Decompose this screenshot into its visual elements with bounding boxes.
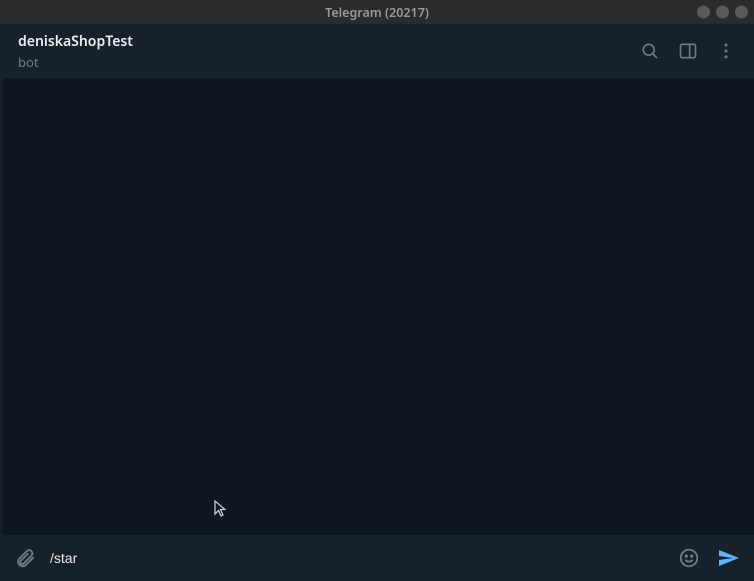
window-title: Telegram (20217) xyxy=(325,4,429,21)
search-icon xyxy=(640,41,660,61)
titlebar: Telegram (20217) xyxy=(0,0,754,24)
search-button[interactable] xyxy=(640,41,660,61)
smile-icon xyxy=(678,547,700,569)
attach-button[interactable] xyxy=(14,547,36,569)
send-button[interactable] xyxy=(716,546,740,570)
panel-icon xyxy=(678,41,698,61)
chat-subtitle: bot xyxy=(18,53,622,71)
chat-messages-area[interactable] xyxy=(0,78,754,535)
mouse-cursor-icon xyxy=(214,500,226,518)
more-vertical-icon xyxy=(716,41,736,61)
minimize-button[interactable] xyxy=(697,6,710,19)
chat-header: deniskaShopTest bot xyxy=(0,24,754,78)
window-controls xyxy=(697,6,748,19)
maximize-button[interactable] xyxy=(716,6,729,19)
more-menu-button[interactable] xyxy=(716,41,736,61)
paperclip-icon xyxy=(14,547,36,569)
message-input-bar xyxy=(0,535,754,581)
close-button[interactable] xyxy=(735,6,748,19)
chat-title-block[interactable]: deniskaShopTest bot xyxy=(18,32,622,71)
send-icon xyxy=(716,546,740,570)
chat-title: deniskaShopTest xyxy=(18,32,622,51)
message-input[interactable] xyxy=(50,550,664,566)
sidebar-toggle-button[interactable] xyxy=(678,41,698,61)
emoji-button[interactable] xyxy=(678,547,700,569)
